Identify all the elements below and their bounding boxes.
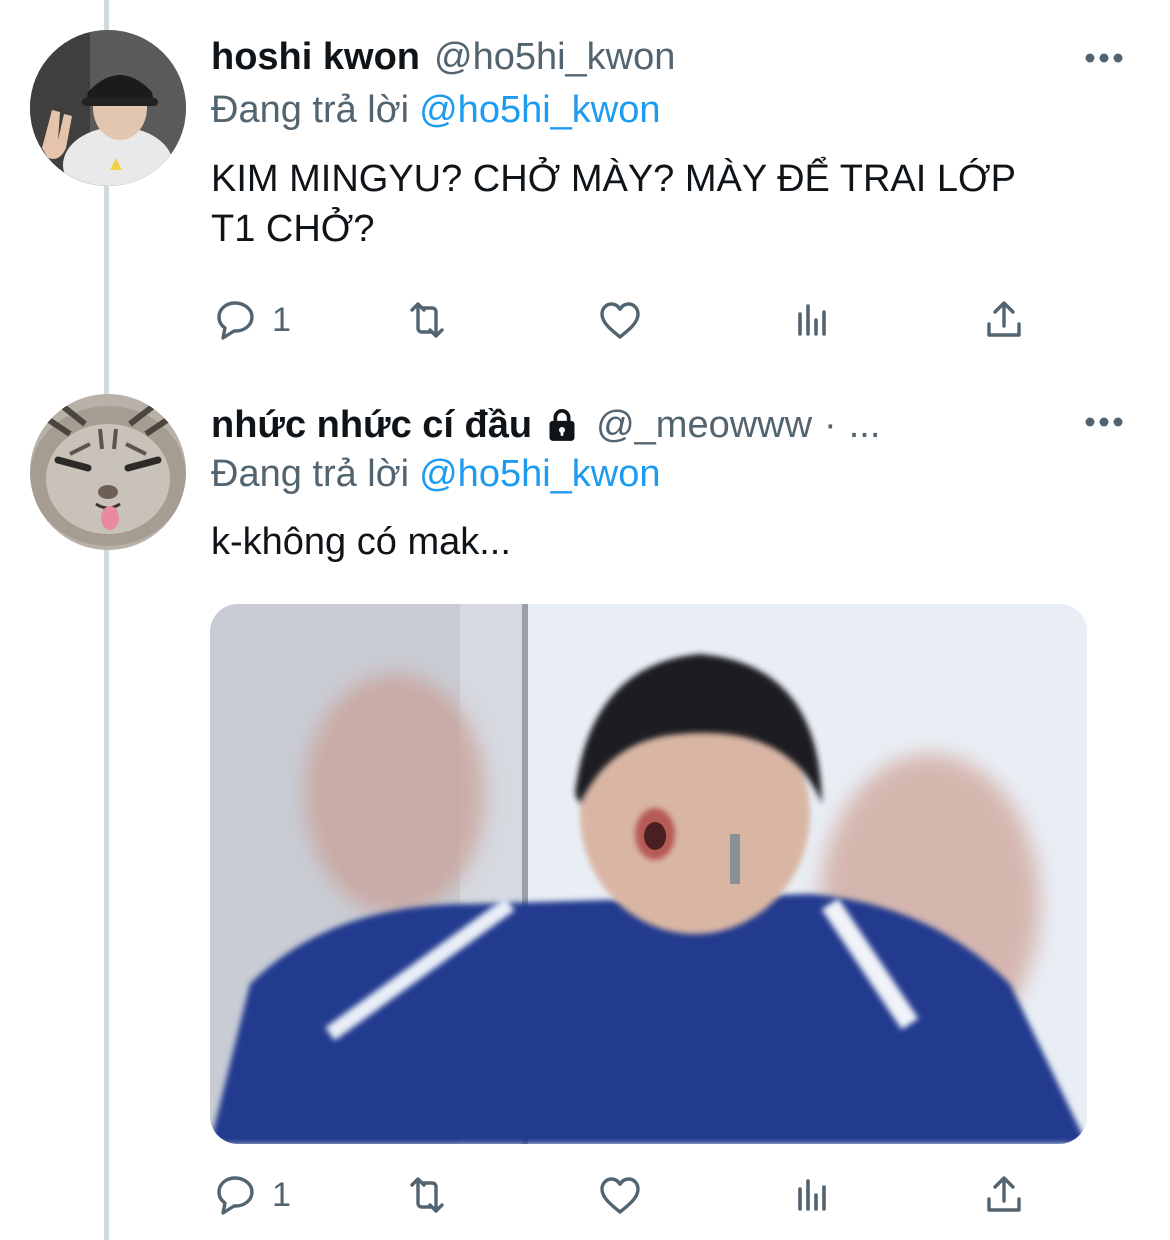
more-icon [1085, 417, 1123, 427]
replying-to: Đang trả lời @ho5hi_kwon [211, 85, 661, 135]
share-button[interactable] [980, 1165, 1028, 1225]
truncated-meta: ... [848, 404, 881, 446]
display-name[interactable]: nhức nhức cí đầu [211, 400, 532, 450]
avatar[interactable] [30, 394, 186, 550]
tweet-actions: 1 [0, 290, 1170, 350]
tweet-header: hoshi kwon @ho5hi_kwon [211, 32, 1080, 82]
tweet-text: KIM MINGYU? CHỞ MÀY? MÀY ĐỂ TRAI LỚP T1 … [211, 154, 1111, 254]
reply-icon [217, 1176, 254, 1215]
tweet-media-image[interactable] [210, 604, 1087, 1144]
replying-to-label: Đang trả lời [211, 453, 410, 495]
user-handle[interactable]: @_meowww [596, 400, 812, 450]
replying-to-mention[interactable]: @ho5hi_kwon [419, 453, 660, 495]
more-options-button[interactable] [1082, 38, 1126, 78]
reply-count: 1 [272, 300, 291, 339]
display-name[interactable]: hoshi kwon [211, 32, 420, 82]
tweet-text-line: k-không có mak... [211, 521, 511, 563]
tweet[interactable]: nhức nhức cí đầu @_meowww · ... Đang trả… [0, 370, 1170, 1240]
lock-icon [542, 405, 582, 445]
tweet-text-line: KIM MINGYU? CHỞ MÀY? MÀY ĐỂ TRAI LỚP [211, 158, 1016, 200]
reply-count: 1 [272, 1175, 291, 1214]
stats-icon [798, 304, 826, 336]
view-stats-button[interactable] [788, 1165, 836, 1225]
share-icon [987, 1176, 1021, 1212]
share-button[interactable] [980, 290, 1028, 350]
like-icon [600, 302, 640, 339]
reply-button[interactable]: 1 [212, 1165, 291, 1225]
tweet-header: nhức nhức cí đầu @_meowww · ... [211, 400, 1080, 450]
replying-to: Đang trả lời @ho5hi_kwon [211, 449, 661, 499]
replying-to-label: Đang trả lời [211, 89, 410, 131]
tweet[interactable]: hoshi kwon @ho5hi_kwon Đang trả lời @ho5h… [0, 0, 1170, 370]
tweet-text-line: T1 CHỞ? [211, 208, 375, 250]
share-icon [987, 301, 1021, 337]
view-stats-button[interactable] [788, 290, 836, 350]
stats-icon [798, 1179, 826, 1211]
avatar[interactable] [30, 30, 186, 186]
retweet-button[interactable] [403, 1165, 451, 1225]
like-button[interactable] [596, 290, 644, 350]
retweet-icon [410, 1177, 444, 1213]
replying-to-mention[interactable]: @ho5hi_kwon [419, 89, 660, 131]
reply-button[interactable]: 1 [212, 290, 291, 350]
separator: · [824, 404, 837, 446]
user-handle[interactable]: @ho5hi_kwon [434, 32, 675, 82]
reply-icon [217, 301, 254, 340]
more-icon [1085, 53, 1123, 63]
retweet-icon [410, 302, 444, 338]
retweet-button[interactable] [403, 290, 451, 350]
tweet-text: k-không có mak... [211, 517, 1111, 567]
like-button[interactable] [596, 1165, 644, 1225]
like-icon [600, 1177, 640, 1214]
tweet-actions: 1 [0, 1165, 1170, 1225]
more-options-button[interactable] [1082, 402, 1126, 442]
